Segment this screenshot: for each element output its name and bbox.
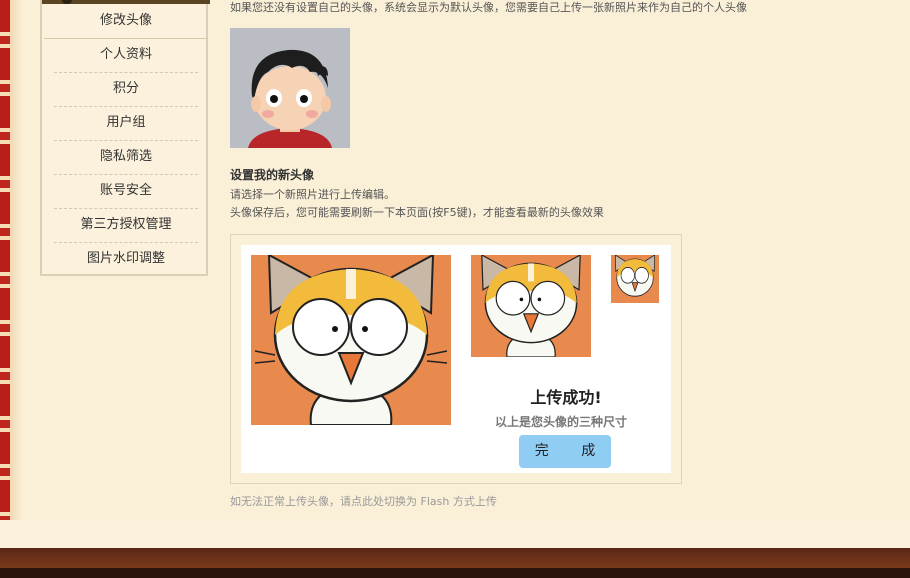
flash-upload-link[interactable]: 如无法正常上传头像，请点此处切换为 Flash 方式上传 xyxy=(230,493,497,509)
avatar-intro-text: 如果您还没有设置自己的头像，系统会显示为默认头像，您需要自己上传一张新照片来作为… xyxy=(230,1,747,14)
upload-success-title: 上传成功! xyxy=(530,388,602,407)
cat-avatar-medium-image xyxy=(471,255,591,357)
sidebar-item-profile[interactable]: 个人资料 xyxy=(54,38,198,72)
sidebar-item-watermark[interactable]: 图片水印调整 xyxy=(54,242,198,276)
avatar-preview-medium xyxy=(471,255,591,357)
cat-avatar-large-image xyxy=(251,255,451,425)
current-avatar-image xyxy=(230,28,350,148)
footer-dark-band xyxy=(0,568,910,578)
sidebar-item-third-party-auth[interactable]: 第三方授权管理 xyxy=(54,208,198,242)
avatar-preview-small xyxy=(611,255,659,303)
cat-avatar-small-image xyxy=(611,255,659,303)
upload-success-subtitle: 以上是您头像的三种尺寸 xyxy=(494,415,627,429)
sidebar-item-points[interactable]: 积分 xyxy=(54,72,198,106)
upload-preview-area: 上传成功! 以上是您头像的三种尺寸 完 成 xyxy=(241,245,671,473)
left-border-shadow xyxy=(10,0,24,520)
settings-sidebar: 修改头像 个人资料 积分 用户组 隐私筛选 账号安全 第三方授权管理 图片水印调… xyxy=(40,0,210,276)
done-button[interactable]: 完 成 xyxy=(519,435,611,468)
footer-light-band xyxy=(0,520,910,548)
sidebar-item-account-security[interactable]: 账号安全 xyxy=(54,174,198,208)
default-avatar-illustration xyxy=(230,28,350,148)
left-decorative-border xyxy=(0,0,24,520)
avatar-upload-panel: 上传成功! 以上是您头像的三种尺寸 完 成 xyxy=(230,234,682,484)
sidebar-item-change-avatar[interactable]: 修改头像 xyxy=(44,4,208,38)
set-new-avatar-heading: 设置我的新头像 xyxy=(230,168,315,182)
upload-hint: 请选择一个新照片进行上传编辑。 xyxy=(230,188,395,201)
footer-brown-band xyxy=(0,548,910,568)
left-border-pattern xyxy=(0,0,10,520)
sidebar-item-privacy-filter[interactable]: 隐私筛选 xyxy=(54,140,198,174)
avatar-preview-large xyxy=(251,255,451,425)
refresh-hint: 头像保存后，您可能需要刷新一下本页面(按F5键)，才能查看最新的头像效果 xyxy=(230,206,604,219)
sidebar-item-user-group[interactable]: 用户组 xyxy=(54,106,198,140)
